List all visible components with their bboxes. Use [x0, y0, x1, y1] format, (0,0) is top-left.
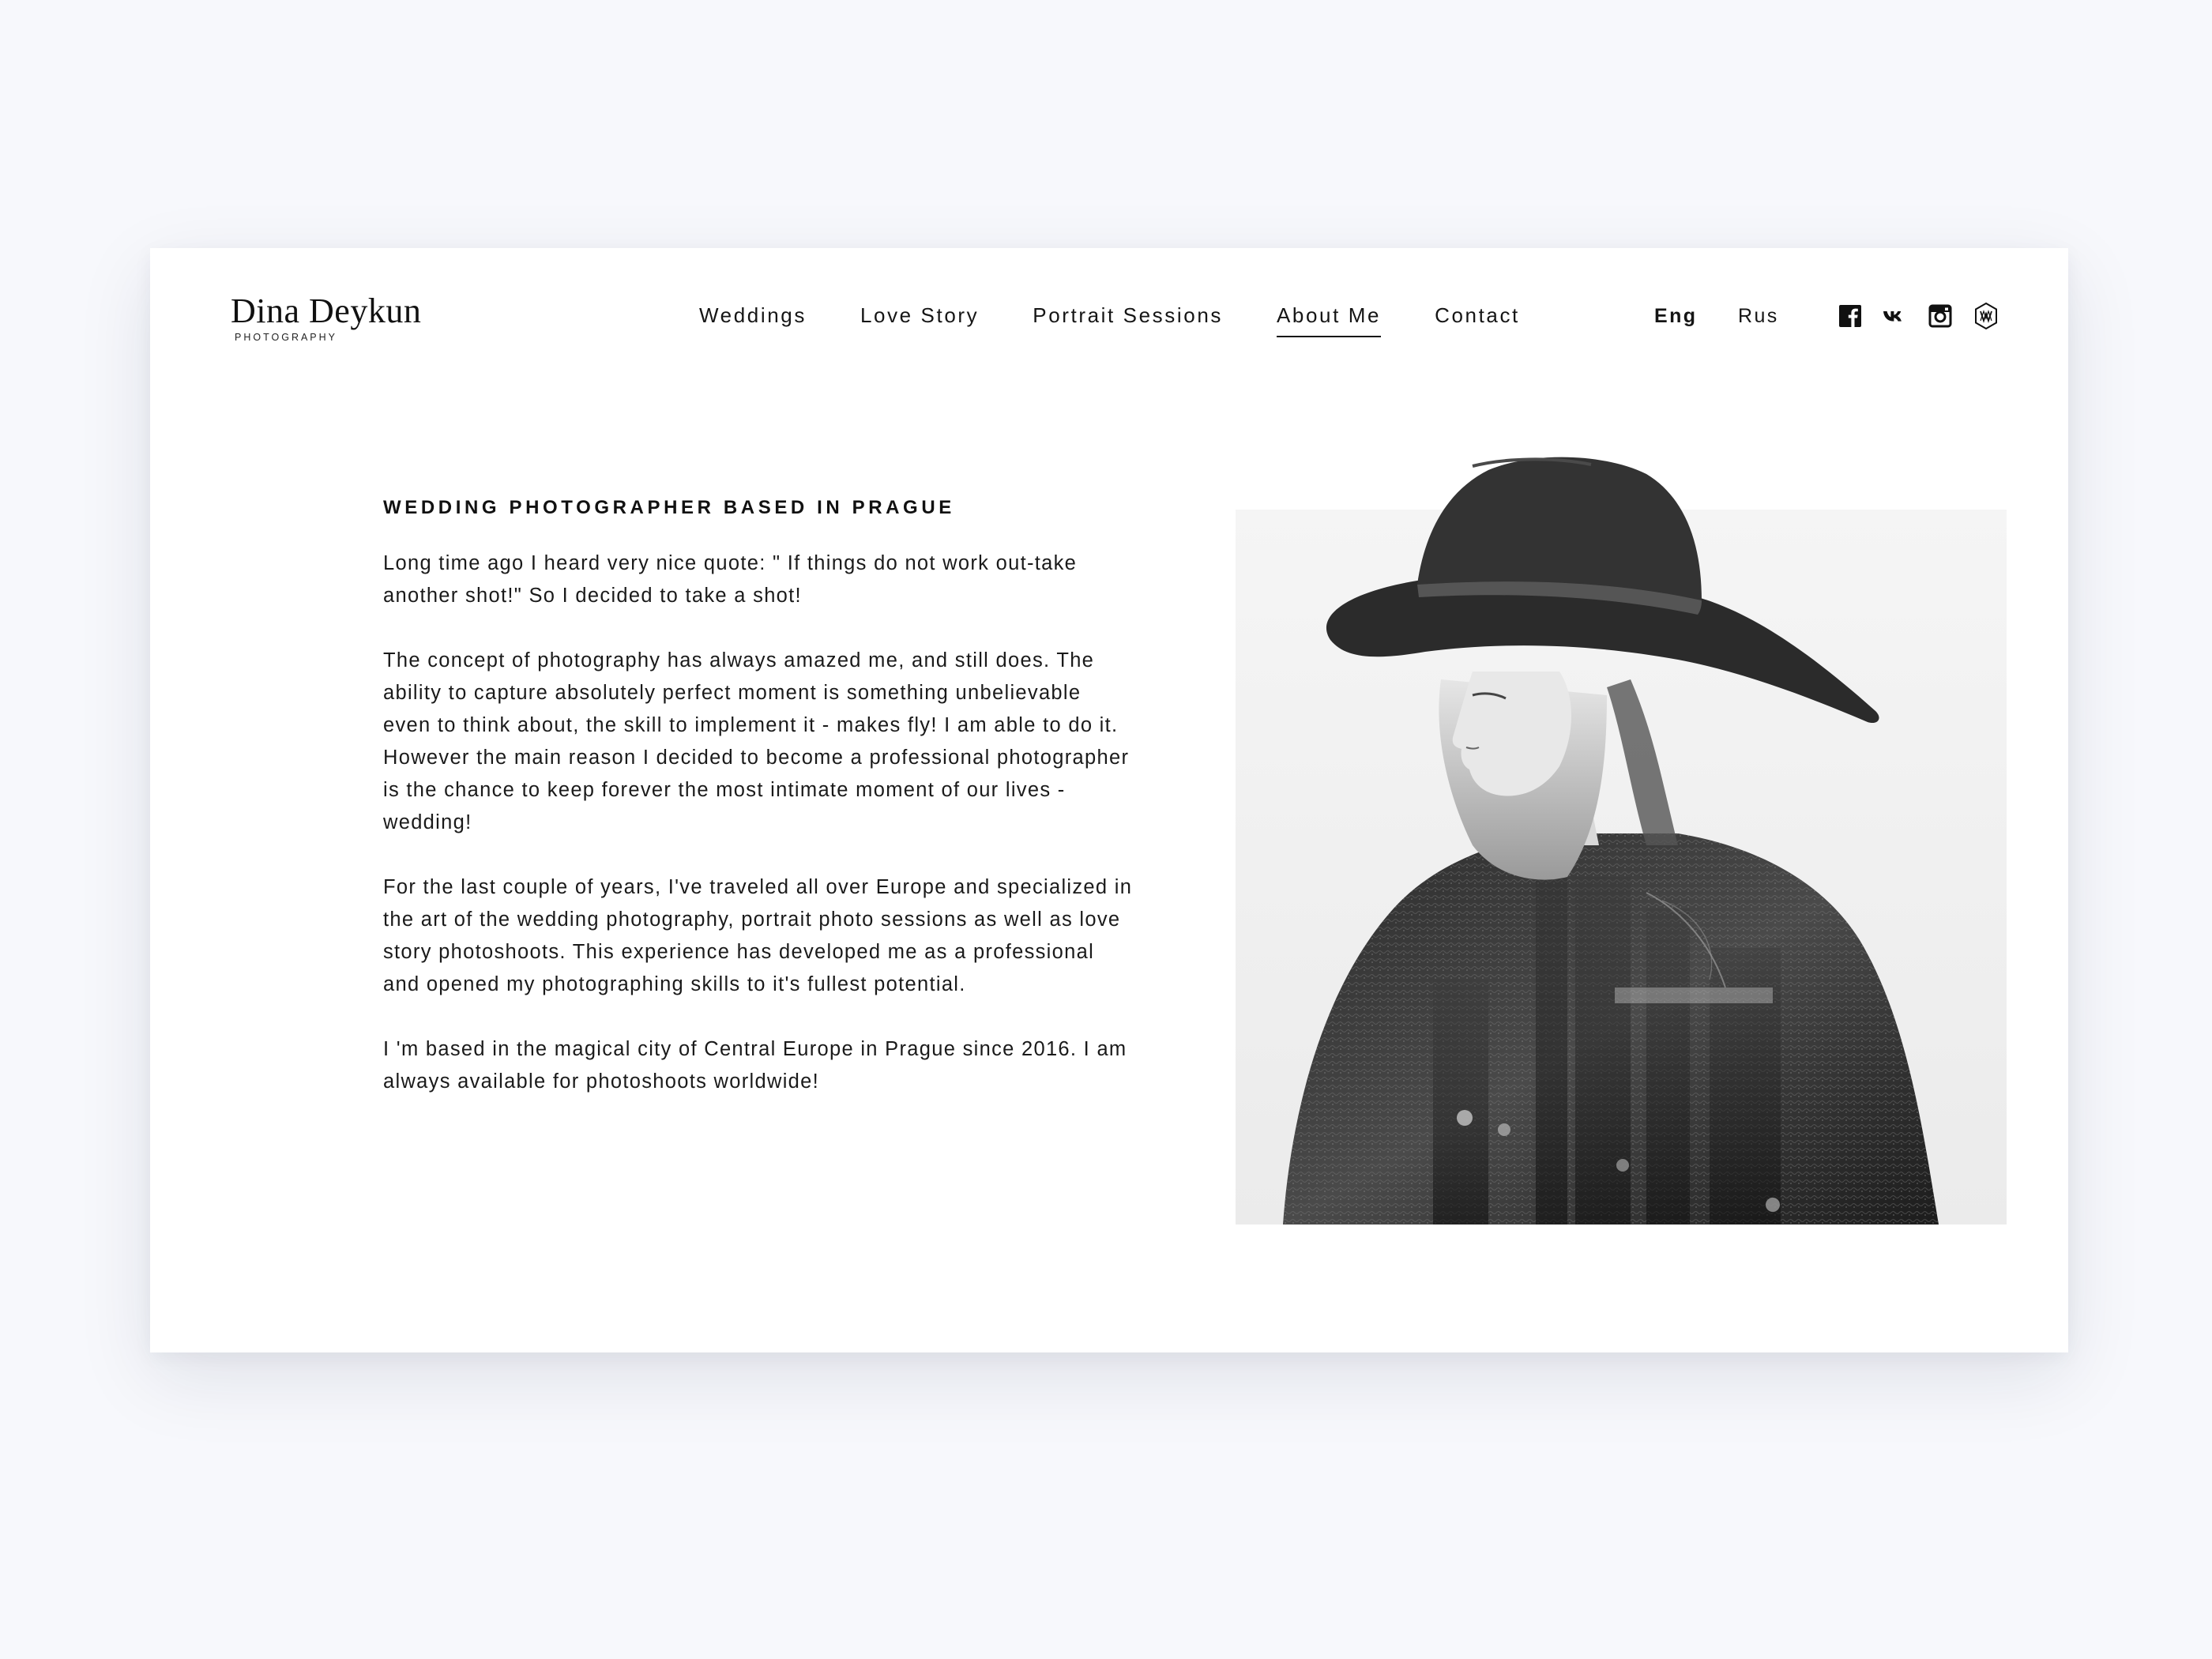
facebook-icon[interactable]	[1838, 303, 1863, 329]
about-headline: WEDDING PHOTOGRAPHER BASED IN PRAGUE	[383, 497, 955, 518]
logo-subtitle: PHOTOGRAPHY	[235, 332, 338, 343]
nav-about-me[interactable]: About Me	[1276, 303, 1382, 337]
about-paragraph: For the last couple of years, I've trave…	[383, 876, 1133, 995]
language-eng[interactable]: Eng	[1654, 305, 1697, 328]
logo-name: Dina Deykun	[231, 292, 422, 330]
instagram-icon[interactable]	[1928, 303, 1953, 329]
main-nav: Weddings Love Story Portrait Sessions Ab…	[699, 303, 1574, 337]
nav-weddings[interactable]: Weddings	[699, 303, 807, 337]
about-paragraph: I 'm based in the magical city of Centra…	[383, 1038, 1127, 1093]
nav-contact[interactable]: Contact	[1435, 303, 1520, 337]
nav-portrait-sessions[interactable]: Portrait Sessions	[1033, 303, 1223, 337]
language-rus[interactable]: Rus	[1738, 305, 1779, 328]
nav-love-story[interactable]: Love Story	[860, 303, 979, 337]
about-paragraph: The concept of photography has always am…	[383, 649, 1130, 833]
page-card: Dina Deykun PHOTOGRAPHY Weddings Love St…	[150, 248, 2068, 1352]
about-text: WEDDING PHOTOGRAPHER BASED IN PRAGUE Lon…	[383, 497, 1134, 1130]
logo[interactable]: Dina Deykun PHOTOGRAPHY	[231, 292, 422, 344]
portrait-photo	[1236, 434, 2007, 1224]
about-paragraph: Long time ago I heard very nice quote: "…	[383, 552, 1078, 607]
brand-emblem-icon[interactable]	[1972, 302, 2000, 330]
vk-icon[interactable]	[1882, 303, 1907, 329]
